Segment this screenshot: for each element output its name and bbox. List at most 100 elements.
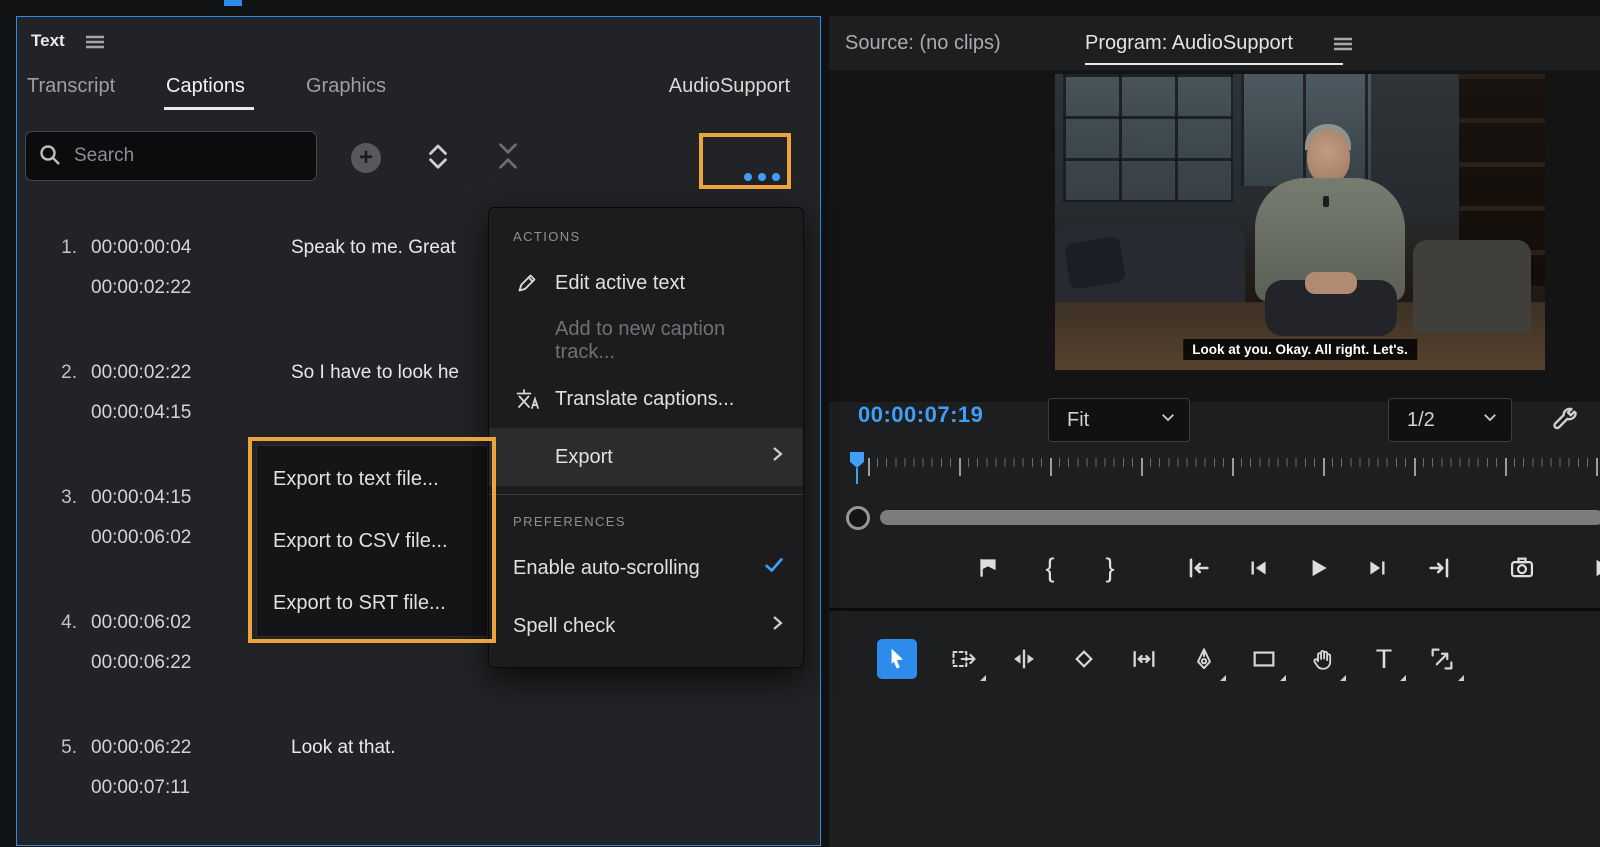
more-options-icon[interactable]	[724, 155, 800, 199]
submenu-item-export-csv-file[interactable]: Export to CSV file...	[257, 510, 487, 572]
caption-options-menu: ACTIONS Edit active text Add to new capt…	[488, 207, 804, 668]
horizontal-scrollbar[interactable]	[880, 510, 1600, 525]
app-window: Text Transcript Captions Graphics AudioS…	[0, 0, 1600, 847]
caption-number: 5.	[45, 737, 77, 759]
caption-text: So I have to look he	[291, 362, 459, 384]
step-forward-icon[interactable]	[1360, 550, 1396, 586]
caption-text: Look at that.	[291, 737, 396, 759]
panel-menu-icon[interactable]	[83, 31, 107, 53]
program-video-preview: Look at you. Okay. All right. Let's.	[1055, 74, 1545, 370]
slip-tool[interactable]	[1124, 639, 1164, 679]
zoom-level-dropdown[interactable]: Fit	[1048, 398, 1190, 442]
playback-resolution-value: 1/2	[1407, 409, 1435, 432]
panel-drag-indicator	[224, 0, 242, 6]
menu-item-edit-active-text[interactable]: Edit active text	[489, 254, 803, 312]
tab-transcript[interactable]: Transcript	[27, 75, 115, 98]
type-tool-glyph: T	[1376, 646, 1393, 673]
caption-number: 1.	[45, 237, 77, 259]
add-caption-icon[interactable]: +	[351, 143, 381, 173]
add-marker-icon[interactable]	[970, 550, 1006, 586]
selection-tool[interactable]	[877, 639, 917, 679]
armchair	[1413, 240, 1531, 332]
step-back-icon[interactable]	[1240, 550, 1276, 586]
menu-item-add-to-new-caption-track: Add to new caption track...	[489, 312, 803, 370]
caption-end-timecode: 00:00:06:02	[91, 527, 191, 549]
go-to-in-icon[interactable]	[1180, 550, 1216, 586]
caption-end-timecode: 00:00:07:11	[91, 777, 190, 799]
search-icon	[38, 143, 62, 172]
menu-section-actions: ACTIONS	[489, 218, 803, 254]
search-input[interactable]	[25, 131, 317, 181]
ripple-edit-tool[interactable]	[1004, 639, 1044, 679]
sequence-name: AudioSupport	[669, 75, 790, 98]
caption-number: 4.	[45, 612, 77, 634]
dot	[758, 173, 766, 181]
tab-source-monitor[interactable]: Source: (no clips)	[845, 32, 1001, 55]
playhead-timecode[interactable]: 00:00:07:19	[858, 402, 983, 428]
menu-item-label: Translate captions...	[555, 388, 734, 411]
program-tab-underline	[1085, 63, 1343, 65]
chevron-right-icon	[769, 444, 785, 470]
go-to-out-icon[interactable]	[1422, 550, 1458, 586]
dot	[744, 173, 752, 181]
mark-in-icon[interactable]: {	[1032, 550, 1068, 586]
submenu-item-export-srt-file[interactable]: Export to SRT file...	[257, 572, 487, 634]
tab-graphics[interactable]: Graphics	[306, 75, 386, 98]
collapse-all-icon[interactable]	[491, 139, 525, 173]
menu-item-label: Edit active text	[555, 272, 685, 295]
tab-program-monitor[interactable]: Program: AudioSupport	[1085, 32, 1293, 55]
burned-in-caption: Look at you. Okay. All right. Let's.	[1183, 339, 1417, 360]
menu-item-export[interactable]: Export	[489, 428, 803, 486]
caption-end-timecode: 00:00:04:15	[91, 402, 191, 424]
play-icon[interactable]	[1300, 550, 1336, 586]
caption-text: Speak to me. Great	[291, 237, 456, 259]
pillow	[1064, 236, 1127, 290]
expand-all-icon[interactable]	[421, 139, 455, 173]
menu-item-spell-check[interactable]: Spell check	[489, 597, 803, 655]
menu-item-label: Spell check	[513, 615, 615, 638]
export-frame-icon[interactable]	[1504, 550, 1540, 586]
playhead-marker[interactable]	[850, 452, 864, 468]
type-tool[interactable]: T	[1364, 639, 1404, 679]
pen-tool[interactable]	[1184, 639, 1224, 679]
menu-item-translate-captions[interactable]: Translate captions...	[489, 370, 803, 428]
mark-out-glyph: }	[1105, 555, 1114, 582]
caption-start-timecode: 00:00:06:02	[91, 612, 191, 634]
person-hands	[1305, 272, 1357, 294]
caption-end-timecode: 00:00:02:22	[91, 277, 191, 299]
playback-resolution-dropdown[interactable]: 1/2	[1388, 398, 1512, 442]
monitor-menu-icon[interactable]	[1331, 33, 1355, 55]
track-select-forward-tool[interactable]	[944, 639, 984, 679]
rolling-edit-tool[interactable]	[1064, 639, 1104, 679]
zoom-level-value: Fit	[1067, 409, 1089, 432]
caption-start-timecode: 00:00:02:22	[91, 362, 191, 384]
active-tab-underline	[164, 107, 254, 110]
hand-tool[interactable]	[1304, 639, 1344, 679]
caption-number: 3.	[45, 487, 77, 509]
menu-divider	[489, 494, 803, 495]
tab-captions[interactable]: Captions	[166, 75, 245, 98]
submenu-item-export-text-file[interactable]: Export to text file...	[257, 448, 487, 510]
monitor-well: Look at you. Okay. All right. Let's.	[829, 70, 1600, 402]
settings-wrench-icon[interactable]	[1543, 398, 1587, 442]
window-panes	[1063, 74, 1233, 202]
caption-row[interactable]: 5. 00:00:06:22 00:00:07:11 Look at that.	[17, 729, 821, 846]
panel-title: Text	[31, 31, 65, 51]
menu-item-enable-auto-scrolling[interactable]: Enable auto-scrolling	[489, 539, 803, 597]
mark-out-icon[interactable]: }	[1092, 550, 1128, 586]
search-field-wrap	[25, 131, 317, 181]
window-panes	[1241, 74, 1371, 186]
caption-start-timecode: 00:00:00:04	[91, 237, 191, 259]
panel-divider	[829, 608, 1600, 611]
time-ruler[interactable]	[868, 458, 1600, 484]
zoom-scroll-handle[interactable]	[846, 506, 870, 530]
checkmark-icon	[763, 554, 785, 582]
rectangle-tool[interactable]	[1244, 639, 1284, 679]
pencil-icon	[513, 271, 541, 295]
partial-transport-icon[interactable]	[1584, 550, 1600, 586]
chevron-down-icon	[1481, 408, 1499, 432]
program-monitor-panel: Source: (no clips) Program: AudioSupport	[829, 16, 1600, 847]
menu-item-label: Export	[555, 446, 613, 469]
translate-icon	[513, 387, 541, 412]
reframe-tool[interactable]	[1422, 639, 1462, 679]
